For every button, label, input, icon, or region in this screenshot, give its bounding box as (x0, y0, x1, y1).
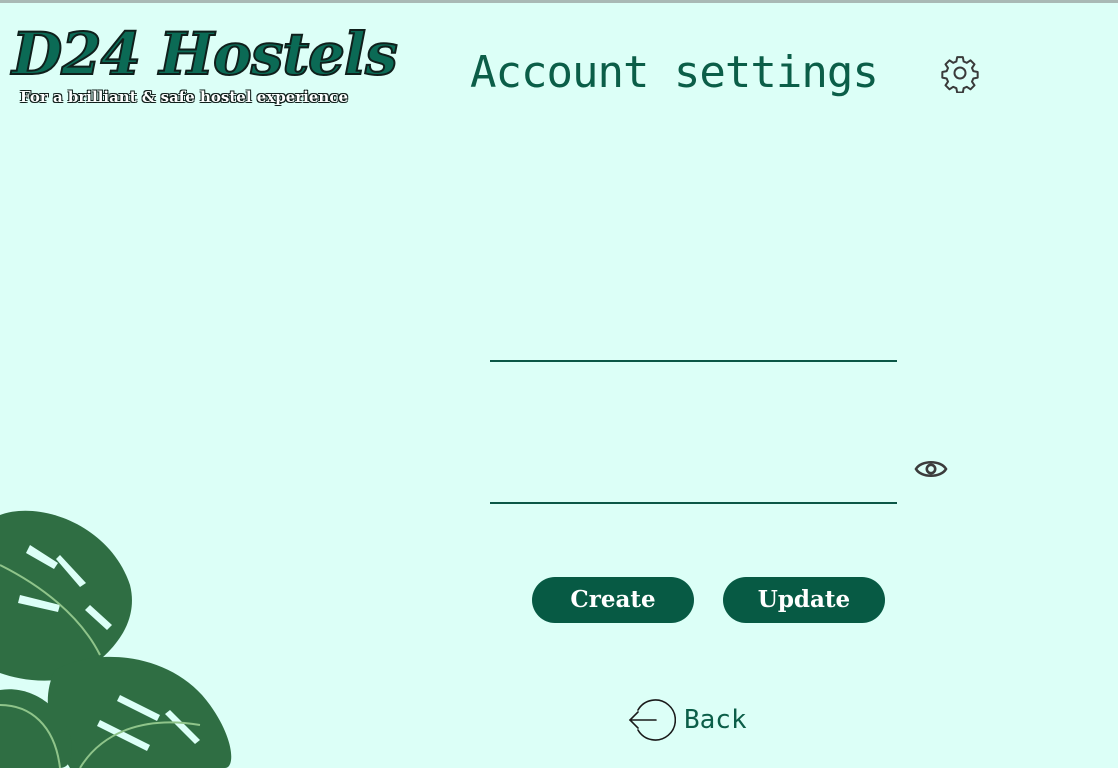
back-label: Back (684, 705, 747, 735)
update-button[interactable]: Update (723, 577, 885, 623)
create-button[interactable]: Create (532, 577, 694, 623)
password-field[interactable] (490, 462, 897, 504)
logout-arrow-icon (628, 699, 676, 741)
eye-icon[interactable] (914, 454, 948, 484)
brand-name: D24 Hostels (11, 20, 399, 88)
monstera-plant-decoration (0, 510, 232, 768)
gear-icon (941, 56, 979, 93)
back-button[interactable]: Back (628, 696, 768, 744)
page-title: Account settings (470, 47, 879, 98)
username-field[interactable] (490, 320, 897, 362)
password-input[interactable] (490, 462, 897, 502)
username-input[interactable] (490, 320, 897, 360)
top-border (0, 0, 1118, 3)
brand-logo: D24 Hostels For a brilliant & safe hoste… (11, 21, 399, 114)
brand-tagline: For a brilliant & safe hostel experience (20, 88, 349, 106)
